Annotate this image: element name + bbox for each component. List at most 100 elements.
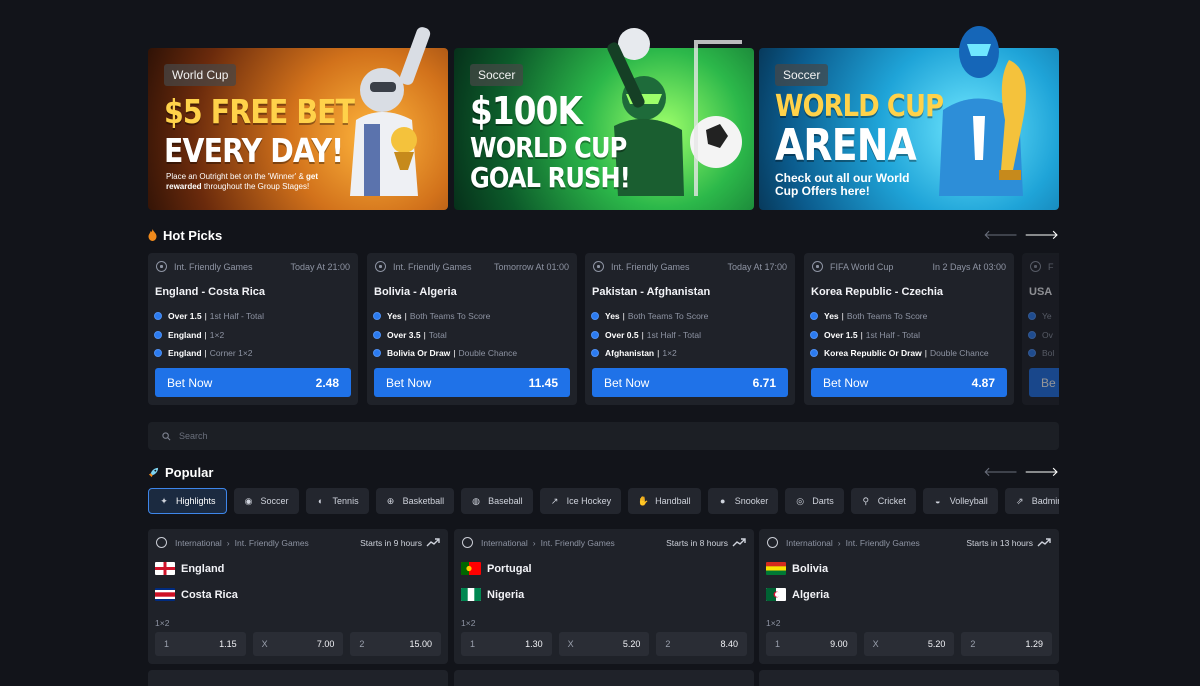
odds-button[interactable]: 2 1.29 — [961, 632, 1053, 656]
search-input[interactable] — [179, 431, 479, 441]
flag-bolivia-icon — [766, 562, 786, 575]
match-card[interactable]: International › Int. Friendly Games Star… — [759, 529, 1059, 664]
match-card-peek — [148, 670, 448, 686]
separator: | — [204, 329, 207, 340]
handball-icon: ✋ — [637, 495, 649, 506]
odds-button[interactable]: 2 15.00 — [350, 632, 442, 656]
bet-leg: Yes | Both Teams To Score — [373, 307, 571, 326]
match-time: Today At 21:00 — [290, 261, 350, 272]
sport-chip-baseball[interactable]: ◍ Baseball — [461, 488, 533, 514]
arrow-left-icon[interactable]: 🡐 — [983, 227, 1018, 243]
odds-button[interactable]: 1 1.30 — [461, 632, 552, 656]
home-team[interactable]: Bolivia — [766, 562, 828, 575]
bet-legs: Yes | Both Teams To Score Over 0.5 | 1st… — [591, 307, 789, 363]
hot-pick-card-partial[interactable]: F USA Ye Ov Bol Be — [1022, 253, 1059, 405]
bet-leg: Korea Republic Or Draw | Double Chance — [810, 344, 1008, 363]
arrow-right-icon[interactable]: 🡒 — [1024, 227, 1059, 243]
banner-free-bet[interactable]: World Cup $5 FREE BET EVERY DAY! Place a… — [148, 27, 448, 210]
hot-pick-card[interactable]: FIFA World Cup In 2 Days At 03:00 Korea … — [804, 253, 1014, 405]
sport-chip-darts[interactable]: ◎ Darts — [785, 488, 844, 514]
home-team[interactable]: England — [155, 562, 224, 575]
bet-leg: Bolivia Or Draw | Double Chance — [373, 344, 571, 363]
combined-odds: 2.48 — [315, 375, 339, 390]
match-title: Pakistan - Afghanistan — [592, 286, 711, 298]
search-bar[interactable] — [148, 422, 1059, 450]
odds-button[interactable]: X 5.20 — [863, 632, 955, 656]
arrow-left-icon[interactable]: 🡐 — [983, 464, 1018, 480]
bet-now-button[interactable]: Bet Now 2.48 — [155, 368, 351, 397]
match-title: USA — [1029, 286, 1053, 298]
outcome-label: X — [567, 639, 574, 649]
soccer-ball-icon — [812, 261, 823, 272]
hot-pick-card[interactable]: Int. Friendly Games Today At 17:00 Pakis… — [585, 253, 795, 405]
sport-chip-soccer[interactable]: ◉ Soccer — [233, 488, 299, 514]
match-time: Today At 17:00 — [727, 261, 787, 272]
odds-button[interactable]: X 5.20 — [558, 632, 650, 656]
hot-pick-card[interactable]: Int. Friendly Games Today At 21:00 Engla… — [148, 253, 358, 405]
banner-headline: WORLD CUP — [470, 131, 627, 164]
region-name: International — [786, 537, 833, 548]
home-team[interactable]: Portugal — [461, 562, 532, 575]
sport-chip-snooker[interactable]: ● Snooker — [707, 488, 779, 514]
combined-odds: 6.71 — [752, 375, 776, 390]
bet-now-button[interactable]: Bet Now 6.71 — [592, 368, 788, 397]
odds-button[interactable]: 2 8.40 — [656, 632, 748, 656]
bet-legs: Over 1.5 | 1st Half - Total England | 1×… — [154, 307, 352, 363]
outcome-label: 1 — [470, 639, 476, 649]
banner-world-cup-arena[interactable]: Soccer WORLD CUP ARENA Check out all our… — [759, 26, 1059, 210]
match-card[interactable]: International › Int. Friendly Games Star… — [148, 529, 448, 664]
carousel-arrows: 🡐 🡒 — [983, 464, 1059, 480]
odds-value: 8.40 — [720, 639, 739, 649]
league-name: Int. Friendly Games — [174, 261, 253, 272]
leg-dot-icon — [154, 349, 162, 358]
sport-chip-cricket[interactable]: ⚲ Cricket — [850, 488, 916, 514]
sport-chip-volleyball[interactable]: ◒ Volleyball — [922, 488, 998, 514]
bet-now-button[interactable]: Bet Now 4.87 — [811, 368, 1007, 397]
banner-description: Place an Outright bet on the 'Winner' & … — [166, 172, 319, 191]
banner-goal-rush[interactable]: Soccer $100K WORLD CUP GOAL RUSH! — [454, 28, 754, 210]
card-header: Int. Friendly Games Today At 17:00 — [593, 261, 787, 272]
arrow-right-icon[interactable]: 🡒 — [1024, 464, 1059, 480]
leg-dot-icon — [1028, 349, 1036, 358]
away-team[interactable]: Algeria — [766, 588, 829, 601]
combined-odds: 11.45 — [528, 375, 558, 390]
odds-button[interactable]: 1 9.00 — [766, 632, 857, 656]
odds-button[interactable]: 1 1.15 — [155, 632, 246, 656]
trending-up-icon — [426, 538, 440, 547]
sport-chip-highlights[interactable]: ✦ Highlights — [148, 488, 227, 514]
sport-chip-handball[interactable]: ✋ Handball — [628, 488, 701, 514]
flag-costa-rica-icon — [155, 588, 175, 601]
away-team[interactable]: Nigeria — [461, 588, 524, 601]
badminton-icon: ⇗ — [1016, 495, 1024, 506]
sport-chip-ice-hockey[interactable]: ↗ Ice Hockey — [539, 488, 622, 514]
match-time: In 2 Days At 03:00 — [932, 261, 1006, 272]
flag-portugal-icon — [461, 562, 481, 575]
match-title: Bolivia - Algeria — [374, 286, 457, 298]
away-team[interactable]: Costa Rica — [155, 588, 238, 601]
sport-chip-basketball[interactable]: ⊕ Basketball — [375, 488, 455, 514]
odds-value: 7.00 — [316, 639, 335, 649]
separator: | — [641, 329, 644, 340]
flag-algeria-icon — [766, 588, 786, 601]
hot-pick-card[interactable]: Int. Friendly Games Tomorrow At 01:00 Bo… — [367, 253, 577, 405]
hockey-stick-icon: ↗ — [550, 495, 559, 506]
section-title: Hot Picks — [163, 227, 223, 243]
leg-dot-icon — [373, 349, 381, 358]
soccer-ball-icon — [1030, 261, 1041, 272]
leg-dot-icon — [591, 312, 599, 321]
flag-england-icon — [155, 562, 175, 575]
leg-dot-icon — [591, 349, 599, 358]
sport-chip-badminton[interactable]: ⇗ Badminton — [1004, 488, 1059, 514]
snooker-icon: ● — [719, 496, 726, 506]
outcome-label: X — [261, 639, 268, 649]
bet-now-button[interactable]: Bet Now 11.45 — [374, 368, 570, 397]
chevron-right-icon: › — [532, 537, 536, 548]
bet-now-button[interactable]: Be — [1029, 368, 1059, 397]
card-header: FIFA World Cup In 2 Days At 03:00 — [812, 261, 1006, 272]
match-card[interactable]: International › Int. Friendly Games Star… — [454, 529, 754, 664]
bet-leg: England | Corner 1×2 — [154, 344, 352, 363]
match-time: Tomorrow At 01:00 — [493, 261, 569, 272]
separator: | — [204, 311, 207, 322]
odds-button[interactable]: X 7.00 — [252, 632, 344, 656]
sport-chip-tennis[interactable]: ◐ Tennis — [305, 488, 369, 514]
